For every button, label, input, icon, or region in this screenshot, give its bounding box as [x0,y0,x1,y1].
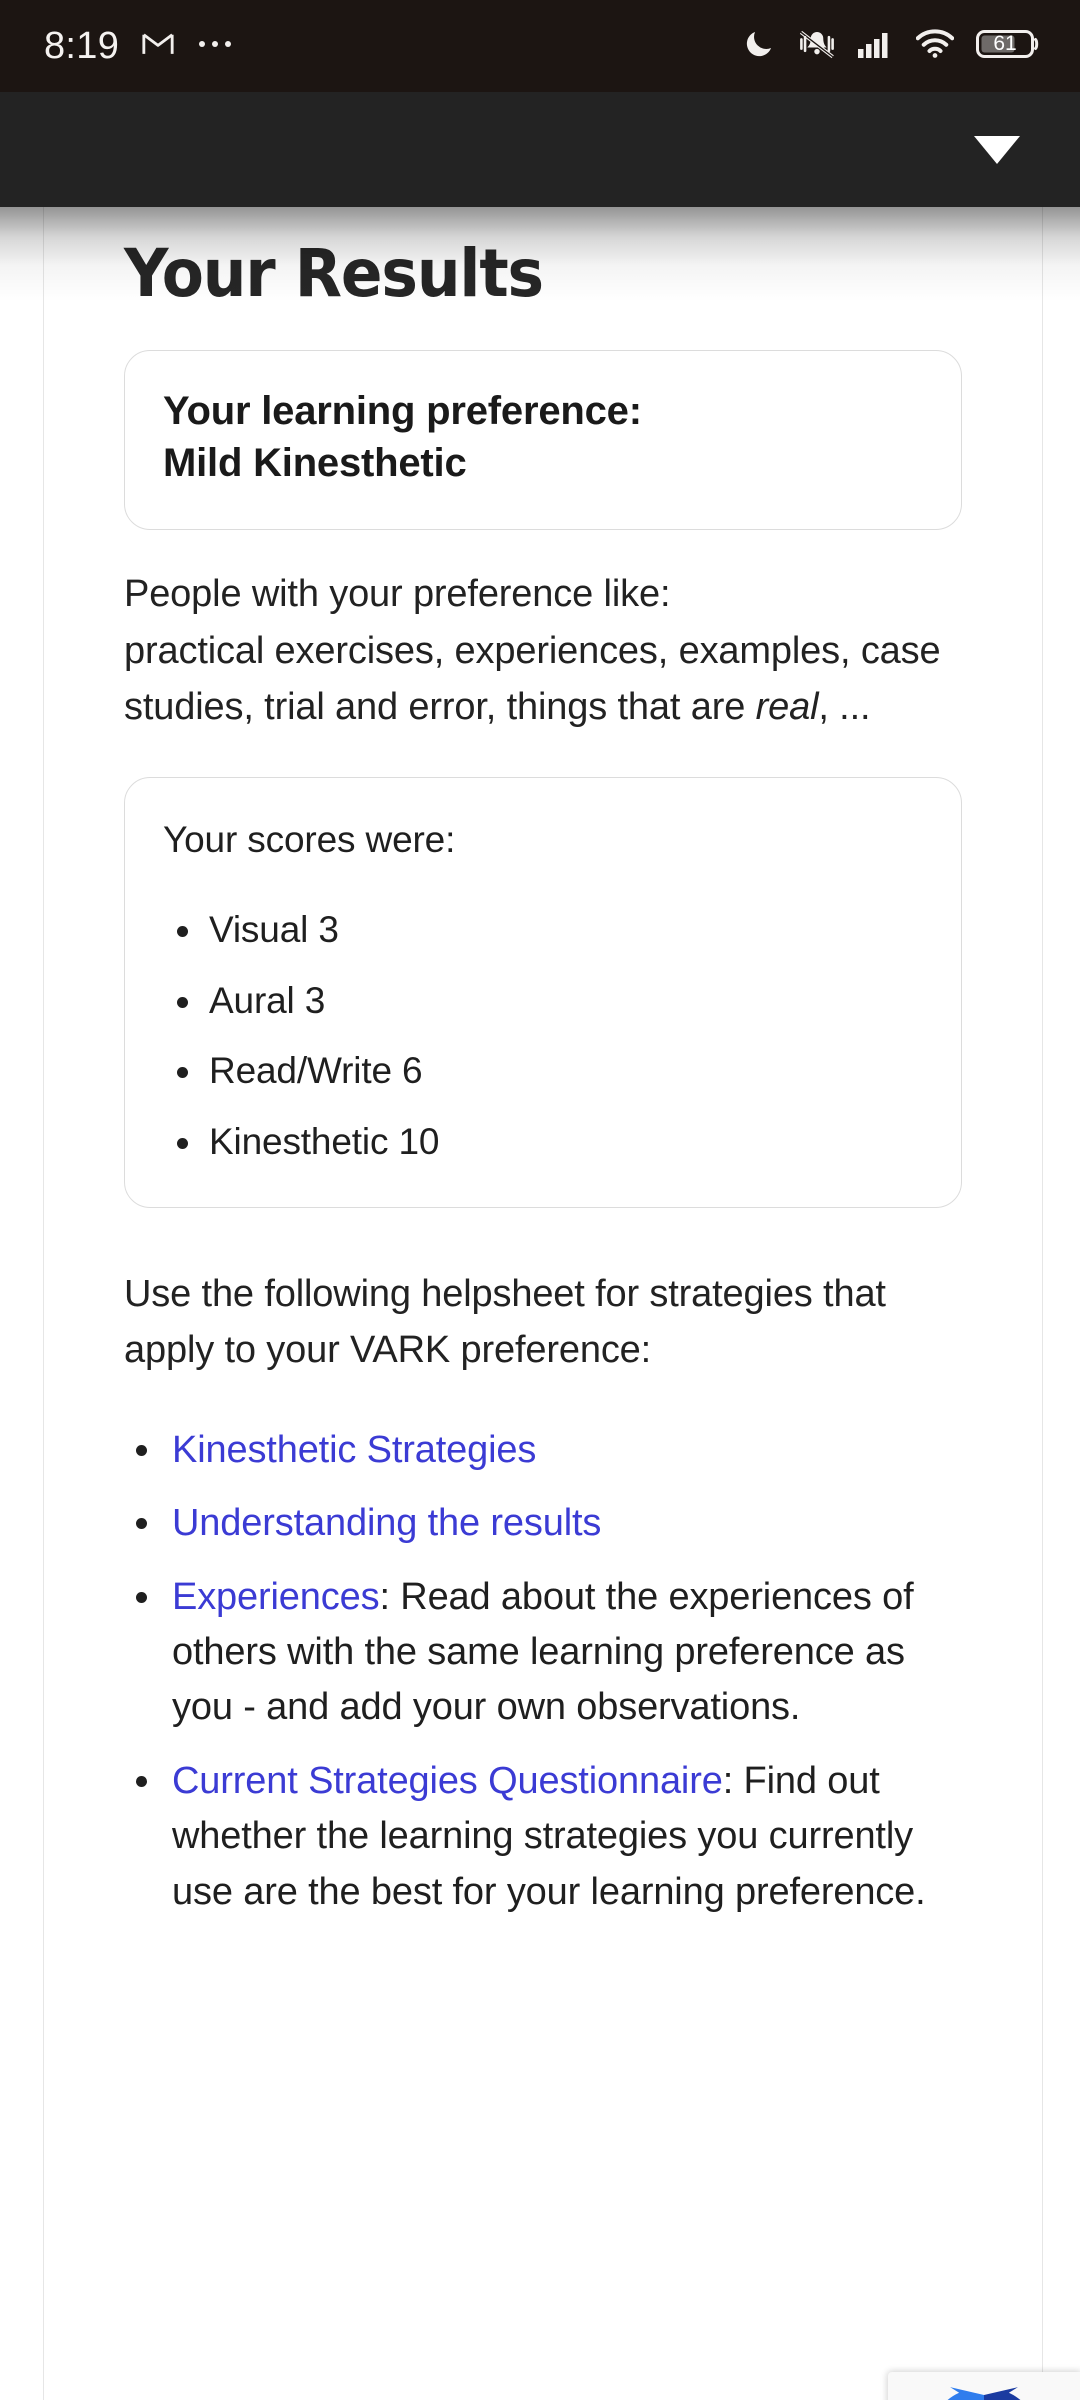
helpsheet-intro-text: Use the following helpsheet for strategi… [124,1273,886,1372]
status-bar: 8:19 61 [0,0,1080,92]
app-toolbar [0,92,1080,207]
scores-heading: Your scores were: [163,819,456,860]
list-item: Current Strategies Questionnaire: Find o… [124,1754,962,1920]
helpsheet-links-list: Kinesthetic Strategies Understanding the… [124,1423,962,1921]
do-not-disturb-moon-icon [742,27,776,66]
battery-icon: 61 [976,28,1040,65]
list-item: Kinesthetic Strategies [124,1423,962,1478]
list-item: Aural 3 [163,977,923,1026]
link-kinesthetic-strategies[interactable]: Kinesthetic Strategies [172,1429,536,1471]
description-body-after: , ... [818,685,871,728]
battery-level-label: 61 [993,31,1017,55]
caret-down-icon[interactable] [974,135,1020,164]
scores-card: Your scores were: Visual 3 Aural 3 Read/… [124,777,962,1209]
list-item: Visual 3 [163,906,923,955]
status-bar-left: 8:19 [44,25,233,68]
content-column: Your Results Your learning preference: M… [43,207,1043,2400]
more-notifications-icon [197,37,233,56]
description-lead: People with your preference like: [124,573,671,616]
description-italic-word: real [755,685,819,728]
learning-preference-value: Mild Kinesthetic [163,441,467,486]
list-item: Understanding the results [124,1496,962,1551]
page-title: Your Results [124,235,544,312]
status-bar-clock: 8:19 [44,24,120,67]
cellular-signal-icon [858,30,894,63]
status-bar-right: 61 [742,27,1040,66]
gmail-icon [141,27,175,66]
preference-description: People with your preference like: practi… [124,566,962,735]
link-experiences[interactable]: Experiences [172,1576,380,1618]
page-content-area: Your Results Your learning preference: M… [0,207,1080,2400]
recaptcha-logo-icon [947,2387,1021,2400]
notifications-silenced-icon [798,27,836,66]
wifi-icon [915,28,955,64]
link-understanding-the-results[interactable]: Understanding the results [172,1502,601,1544]
list-item: Experiences: Read about the experiences … [124,1570,962,1736]
recaptcha-badge[interactable]: Privacy - Terms [888,2372,1080,2400]
list-item: Read/Write 6 [163,1047,923,1096]
learning-preference-card: Your learning preference: Mild Kinesthet… [124,350,962,531]
link-current-strategies-questionnaire[interactable]: Current Strategies Questionnaire [172,1760,723,1802]
scores-list: Visual 3 Aural 3 Read/Write 6 Kinestheti… [163,906,923,1167]
list-item: Kinesthetic 10 [163,1118,923,1167]
learning-preference-label: Your learning preference: [163,389,642,434]
